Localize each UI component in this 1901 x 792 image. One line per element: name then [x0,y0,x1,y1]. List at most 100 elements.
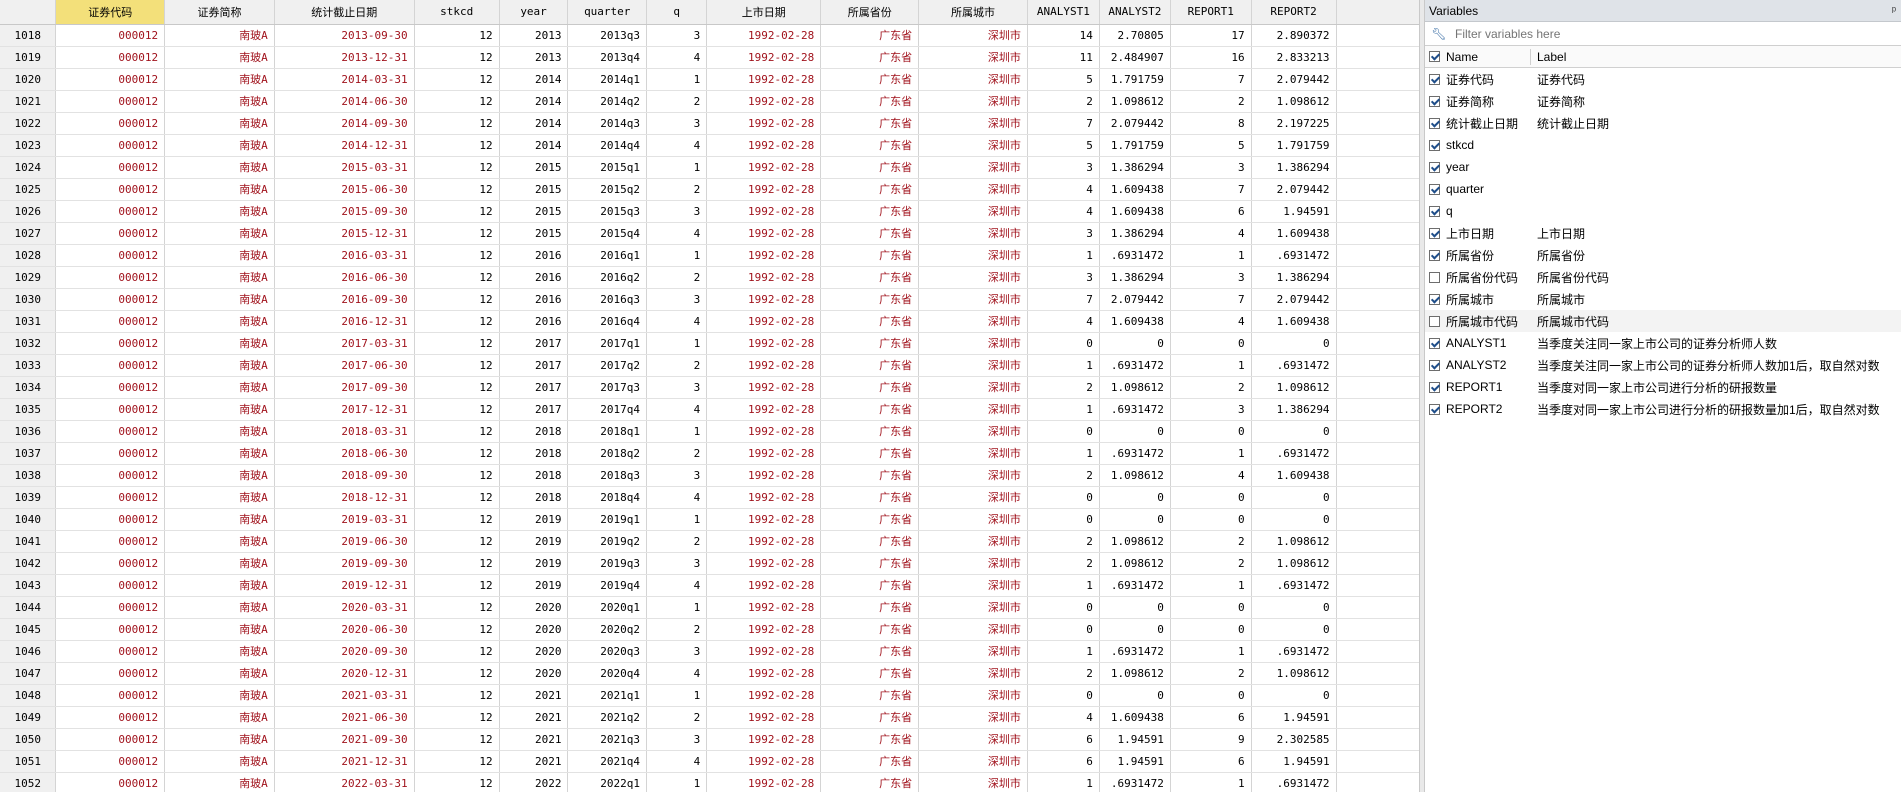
table-cell[interactable]: 2016-12-31 [274,310,415,333]
table-row[interactable]: 1032 000012 南玻A 2017-03-31 12 2017 2017q1 1 1992… [0,332,1419,355]
variable-row[interactable]: 所属城市 所属城市 [1425,288,1901,310]
table-cell[interactable]: 2016-09-30 [274,288,415,311]
table-cell[interactable]: 2019-06-30 [274,530,415,553]
table-cell[interactable]: 12 [414,552,500,575]
table-cell[interactable]: 深圳市 [918,464,1028,487]
table-cell[interactable]: .6931472 [1099,354,1171,377]
row-number[interactable]: 1032 [0,332,57,355]
table-cell[interactable]: 2013-12-31 [274,46,415,69]
table-cell[interactable]: 7 [1170,288,1252,311]
table-cell[interactable]: 1.098612 [1251,376,1337,399]
table-cell[interactable]: 2018-06-30 [274,442,415,465]
table-cell[interactable]: 南玻A [164,332,275,355]
table-cell[interactable]: 1992-02-28 [706,156,822,179]
table-cell[interactable]: 3 [646,728,708,751]
table-cell[interactable]: 2016q2 [567,266,648,289]
table-cell[interactable]: 南玻A [164,618,275,641]
table-cell[interactable]: 2015-06-30 [274,178,415,201]
table-cell[interactable]: 2.079442 [1251,68,1337,91]
table-cell[interactable]: 深圳市 [918,90,1028,113]
table-cell[interactable]: 1992-02-28 [706,222,822,245]
table-cell[interactable]: 2021 [499,750,569,773]
variable-row[interactable]: 证券代码 证券代码 [1425,68,1901,90]
table-cell[interactable]: 南玻A [164,134,275,157]
table-cell[interactable]: 4 [646,46,708,69]
table-cell[interactable]: 4 [646,398,708,421]
table-cell[interactable]: 2019q3 [567,552,648,575]
table-cell[interactable]: 广东省 [820,46,920,69]
variable-row[interactable]: ANALYST2 当季度关注同一家上市公司的证券分析师人数加1后，取自然对数 [1425,354,1901,376]
table-cell[interactable]: 12 [414,68,500,91]
table-cell[interactable]: 1992-02-28 [706,178,822,201]
table-cell[interactable]: 1.94591 [1251,706,1337,729]
table-cell[interactable]: 1.386294 [1251,398,1337,421]
table-cell[interactable]: 广东省 [820,112,920,135]
table-cell[interactable]: 广东省 [820,420,920,443]
table-cell[interactable]: 南玻A [164,684,275,707]
table-cell[interactable]: 2020q4 [567,662,648,685]
table-cell[interactable]: 000012 [55,200,166,223]
table-cell[interactable]: 2.079442 [1251,288,1337,311]
table-cell[interactable]: 1.94591 [1251,750,1337,773]
data-editor-grid[interactable]: 证券代码 证券简称 统计截止日期 stkcd year quarter q 上市日期 所属省份所… [0,0,1419,792]
table-cell[interactable]: 深圳市 [918,662,1028,685]
table-cell[interactable]: 南玻A [164,288,275,311]
table-cell[interactable]: 16 [1170,46,1252,69]
table-cell[interactable]: 0 [1251,332,1337,355]
variable-row[interactable]: REPORT2 当季度对同一家上市公司进行分析的研报数量加1后，取自然对数 [1425,398,1901,420]
variable-row[interactable]: REPORT1 当季度对同一家上市公司进行分析的研报数量 [1425,376,1901,398]
table-cell[interactable]: 1 [646,508,708,531]
table-cell[interactable]: 南玻A [164,420,275,443]
table-cell[interactable]: 5 [1170,134,1252,157]
table-cell[interactable]: 000012 [55,420,166,443]
table-row[interactable]: 1022 000012 南玻A 2014-09-30 12 2014 2014q3 3 1992… [0,112,1419,135]
table-cell[interactable]: .6931472 [1099,772,1171,792]
table-cell[interactable]: 1 [646,772,708,792]
table-cell[interactable]: 广东省 [820,530,920,553]
table-row[interactable]: 1051 000012 南玻A 2021-12-31 12 2021 2021q4 4 1992… [0,750,1419,773]
variable-checkbox[interactable] [1429,227,1440,239]
table-cell[interactable]: 17 [1170,24,1252,47]
row-number[interactable]: 1033 [0,354,57,377]
table-cell[interactable]: 000012 [55,332,166,355]
table-cell[interactable]: 深圳市 [918,684,1028,707]
variable-checkbox[interactable] [1429,249,1440,261]
table-cell[interactable]: 广东省 [820,398,920,421]
table-cell[interactable]: 2018-03-31 [274,420,415,443]
table-cell[interactable]: 5 [1027,134,1100,157]
table-row[interactable]: 1021 000012 南玻A 2014-06-30 12 2014 2014q2 2 1992… [0,90,1419,113]
table-cell[interactable]: 14 [1027,24,1100,47]
table-cell[interactable]: 深圳市 [918,552,1028,575]
table-cell[interactable]: 2018 [499,442,569,465]
table-cell[interactable]: 6 [1170,200,1252,223]
table-cell[interactable]: 000012 [55,618,166,641]
table-cell[interactable]: 12 [414,596,500,619]
table-cell[interactable]: 2014-12-31 [274,134,415,157]
table-cell[interactable]: 1992-02-28 [706,508,822,531]
table-cell[interactable]: 4 [1027,178,1100,201]
table-cell[interactable]: 6 [1027,750,1100,773]
table-cell[interactable]: 2018-09-30 [274,464,415,487]
table-cell[interactable]: 12 [414,772,500,792]
table-cell[interactable]: 000012 [55,486,166,509]
table-cell[interactable]: 2017-12-31 [274,398,415,421]
table-cell[interactable]: 1992-02-28 [706,552,822,575]
table-cell[interactable]: 2 [646,266,708,289]
table-cell[interactable]: 3 [646,200,708,223]
table-cell[interactable]: 1992-02-28 [706,266,822,289]
table-cell[interactable]: 12 [414,288,500,311]
table-cell[interactable]: 2013q4 [567,46,648,69]
table-row[interactable]: 1034 000012 南玻A 2017-09-30 12 2017 2017q3 3 1992… [0,376,1419,399]
table-row[interactable]: 1018 000012 南玻A 2013-09-30 12 2013 2013q3 3 1992… [0,24,1419,47]
table-row[interactable]: 1024 000012 南玻A 2015-03-31 12 2015 2015q1 1 1992… [0,156,1419,179]
table-cell[interactable]: 2014 [499,134,569,157]
row-number[interactable]: 1050 [0,728,57,751]
row-number[interactable]: 1023 [0,134,57,157]
table-cell[interactable]: 0 [1170,420,1252,443]
table-cell[interactable]: 0 [1027,684,1100,707]
table-row[interactable]: 1045 000012 南玻A 2020-06-30 12 2020 2020q2 2 1992… [0,618,1419,641]
table-cell[interactable]: .6931472 [1099,442,1171,465]
table-cell[interactable]: 12 [414,46,500,69]
table-cell[interactable]: 0 [1170,618,1252,641]
table-cell[interactable]: 1 [646,596,708,619]
